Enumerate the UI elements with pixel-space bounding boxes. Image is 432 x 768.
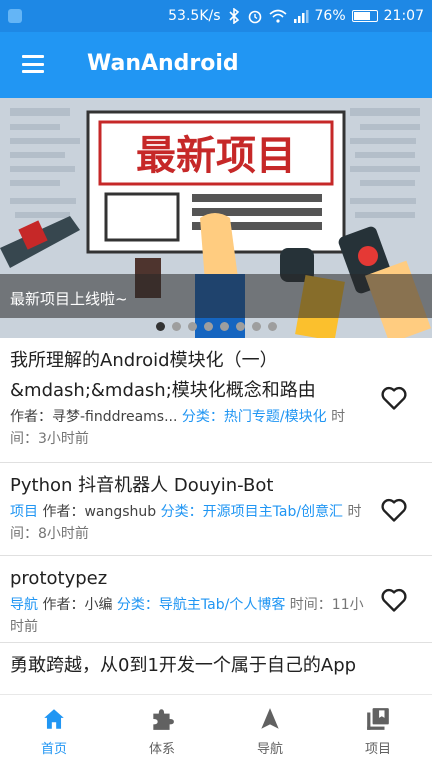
signal-icon bbox=[293, 10, 309, 23]
article-time: 8小时前 bbox=[38, 526, 89, 542]
article-author: 寻梦-finddreams... bbox=[52, 409, 178, 425]
navigation-icon bbox=[261, 708, 279, 729]
favorite-heart-icon[interactable] bbox=[380, 385, 408, 411]
carousel-dot[interactable] bbox=[171, 322, 181, 331]
tab-system-label: 体系 bbox=[148, 742, 175, 757]
article-title: Python 抖音机器人 Douyin-Bot bbox=[10, 475, 274, 496]
notification-app-icon bbox=[8, 9, 22, 23]
carousel-dot[interactable] bbox=[155, 322, 165, 331]
carousel-dot[interactable] bbox=[187, 322, 197, 331]
article-time: 3小时前 bbox=[38, 431, 89, 447]
tab-projects[interactable]: 项目 bbox=[324, 695, 432, 768]
puzzle-icon bbox=[153, 709, 174, 730]
tab-projects-label: 项目 bbox=[364, 742, 391, 757]
clock: 21:07 bbox=[383, 8, 424, 24]
home-icon bbox=[44, 709, 64, 729]
carousel-dot[interactable] bbox=[203, 322, 213, 331]
banner-carousel[interactable]: 最新项目 最新项目上线啦~ bbox=[0, 98, 432, 338]
banner-caption: 最新项目上线啦~ bbox=[10, 290, 128, 308]
alarm-icon bbox=[248, 10, 261, 24]
tab-home[interactable]: 首页 bbox=[0, 695, 108, 768]
article-item[interactable]: Python 抖音机器人 Douyin-Bot 项目 作者：wangshub 分… bbox=[0, 463, 432, 556]
carousel-indicator bbox=[0, 322, 432, 331]
article-list[interactable]: 我所理解的Android模块化（一）&mdash;&mdash;模块化概念和路由… bbox=[0, 338, 432, 694]
tab-system[interactable]: 体系 bbox=[108, 695, 216, 768]
tab-navigation-label: 导航 bbox=[256, 742, 283, 757]
carousel-dot[interactable] bbox=[267, 322, 277, 331]
status-bar: 53.5K/s 76% 21:07 bbox=[0, 0, 432, 32]
article-tag[interactable]: 项目 bbox=[10, 504, 38, 520]
favorite-heart-icon[interactable] bbox=[380, 497, 408, 523]
article-meta: 作者：寻梦-finddreams... 分类：热门专题/模块化 时间：3小时前 bbox=[10, 409, 346, 447]
article-item[interactable]: prototypez 导航 作者：小编 分类：导航主Tab/个人博客 时间：11… bbox=[0, 556, 432, 643]
app-toolbar: WanAndroid bbox=[0, 32, 432, 98]
tab-home-label: 首页 bbox=[40, 742, 67, 757]
article-author: 小编 bbox=[84, 597, 113, 613]
article-author: wangshub bbox=[84, 504, 157, 520]
carousel-dot[interactable] bbox=[251, 322, 261, 331]
carousel-dot[interactable] bbox=[235, 322, 245, 331]
bluetooth-icon bbox=[228, 8, 239, 24]
menu-icon[interactable] bbox=[22, 55, 44, 73]
article-title: 勇敢跨越，从0到1开发一个属于自己的App bbox=[10, 655, 357, 676]
favorite-heart-icon[interactable] bbox=[380, 587, 408, 613]
article-meta: 导航 作者：小编 分类：导航主Tab/个人博客 时间：11小时前 bbox=[10, 597, 364, 635]
article-title: 我所理解的Android模块化（一）&mdash;&mdash;模块化概念和路由 bbox=[10, 350, 316, 401]
article-category[interactable]: 开源项目主Tab/创意汇 bbox=[203, 504, 343, 520]
wifi-icon bbox=[268, 9, 287, 23]
tab-navigation[interactable]: 导航 bbox=[216, 695, 324, 768]
article-meta: 项目 作者：wangshub 分类：开源项目主Tab/创意汇 时间：8小时前 bbox=[10, 504, 362, 542]
battery-percent: 76% bbox=[314, 8, 346, 24]
app-title: WanAndroid bbox=[87, 51, 239, 76]
carousel-dot[interactable] bbox=[219, 322, 229, 331]
battery-icon bbox=[351, 10, 378, 22]
network-speed: 53.5K/s bbox=[168, 8, 221, 24]
article-title: prototypez bbox=[10, 568, 108, 589]
banner-headline: 最新项目 bbox=[136, 133, 296, 179]
article-category[interactable]: 导航主Tab/个人博客 bbox=[159, 597, 285, 613]
article-tag[interactable]: 导航 bbox=[10, 597, 38, 613]
article-item[interactable]: 勇敢跨越，从0到1开发一个属于自己的App bbox=[0, 643, 432, 694]
library-icon bbox=[367, 708, 389, 730]
article-category[interactable]: 热门专题/模块化 bbox=[224, 409, 327, 425]
bottom-navigation: 首页 体系 导航 项目 bbox=[0, 694, 432, 768]
article-item[interactable]: 我所理解的Android模块化（一）&mdash;&mdash;模块化概念和路由… bbox=[0, 338, 432, 463]
